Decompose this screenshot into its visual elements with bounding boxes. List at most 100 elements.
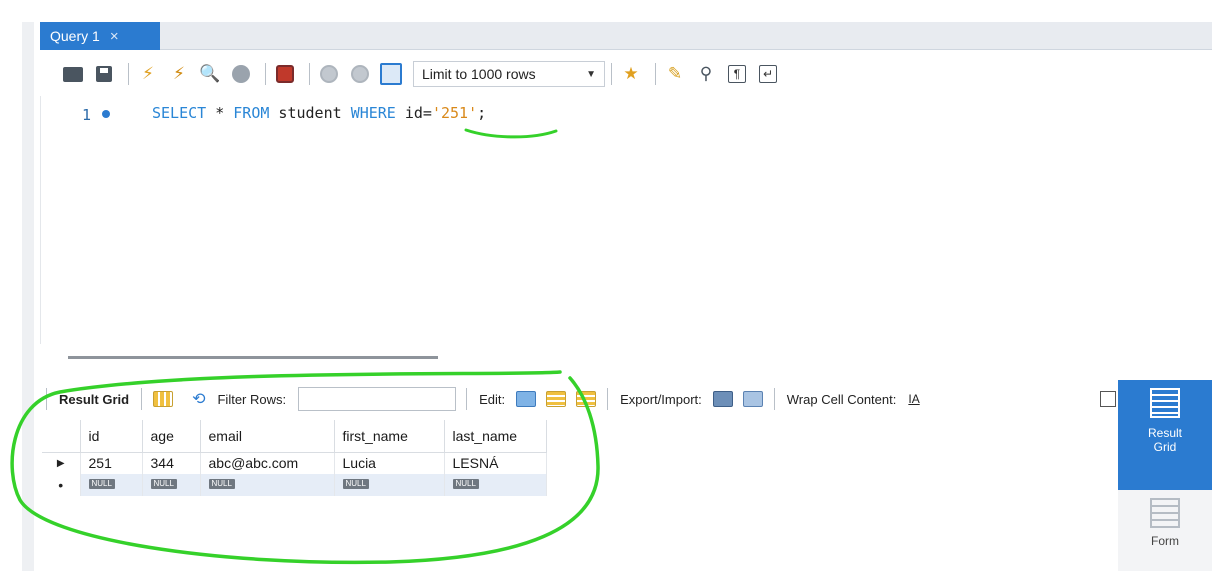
star-plus-icon: ★ [623,64,639,83]
filter-rows-input[interactable] [298,387,457,411]
form-editor-label: Form [1151,534,1179,548]
horizontal-scrollbar[interactable] [68,356,438,359]
save-button[interactable] [91,61,117,87]
cell-null[interactable]: NULL [334,474,445,496]
cell-first-name[interactable]: Lucia [334,452,445,474]
beautify-button[interactable]: ✎ [662,61,688,87]
row-limit-select[interactable]: Limit to 1000 rows ▼ [413,61,605,87]
wrap-icon: ↵ [759,65,777,83]
null-badge: NULL [342,479,369,489]
form-editor-button[interactable]: Form [1118,498,1212,548]
search-icon: ⚲ [699,64,713,83]
autocommit-icon [380,63,402,85]
sql-statement[interactable]: SELECT * FROM student WHERE id='251'; [152,104,486,122]
sql-toolbar: ⚡ ⚡ 🔍 Limit to 1000 rows ▼ ★ ✎ ⚲ ¶ ↵ [40,56,1212,92]
export-icon[interactable] [712,391,733,407]
code-text: * [206,104,234,122]
new-row[interactable]: • NULL NULL NULL NULL NULL [42,474,547,496]
cell-null[interactable]: NULL [444,474,547,496]
execute-current-button[interactable]: ⚡ [166,61,192,87]
column-header-age[interactable]: age [142,420,201,453]
keyword-where: WHERE [350,104,396,122]
toolbar-separator [141,388,143,410]
cell-id[interactable]: 251 [80,452,143,474]
column-header-email[interactable]: email [200,420,335,453]
code-text: ; [477,104,487,122]
insert-row-icon[interactable] [546,391,567,407]
toolbar-separator [607,388,609,410]
toolbar-separator [655,63,656,85]
row-pointer-icon: ▶ [42,452,81,474]
cell-last-name[interactable]: LESNÁ [444,452,547,474]
sql-editor[interactable] [40,96,1212,344]
cell-null[interactable]: NULL [142,474,201,496]
explain-button[interactable]: 🔍 [197,61,223,87]
table-row[interactable]: ▶ 251 344 abc@abc.com Lucia LESNÁ [42,452,547,474]
tab-query-1[interactable]: Query 1 × [40,22,160,50]
folder-icon [63,66,83,82]
result-side-panel: Result Grid Form [1118,380,1212,571]
toolbar-separator [611,63,612,85]
toolbar-separator [466,388,468,410]
form-editor-icon [1150,498,1180,528]
cell-null[interactable]: NULL [80,474,143,496]
add-snippet-button[interactable]: ★ [618,61,644,87]
open-file-button[interactable] [60,61,86,87]
toolbar-separator [265,63,266,85]
invisible-chars-button[interactable]: ¶ [724,61,750,87]
check-circle-icon [320,65,338,83]
row-limit-value: Limit to 1000 rows [422,66,536,82]
statement-marker-icon [102,110,110,118]
stop-on-error-button[interactable] [272,61,298,87]
line-number: 1 [82,106,92,124]
column-header-id[interactable]: id [80,420,143,453]
column-header-last-name[interactable]: last_name [444,420,547,453]
toolbar-separator [773,388,775,410]
refresh-icon[interactable]: ⟲ [192,389,205,409]
toolbar-checkbox[interactable] [1100,391,1116,407]
stop-on-error-icon [276,65,294,83]
cell-email[interactable]: abc@abc.com [200,452,335,474]
grid-layout-icon[interactable] [153,391,174,407]
commit-button[interactable] [316,61,342,87]
find-button[interactable]: ⚲ [693,61,719,87]
result-grid-label[interactable]: Result Grid [59,392,129,407]
execute-button[interactable]: ⚡ [135,61,161,87]
result-toolbar: Result Grid ⟲ Filter Rows: Edit: Export/… [40,384,1118,414]
toolbar-separator [309,63,310,85]
wrap-cell-icon[interactable]: IA [908,392,919,406]
toolbar-separator [46,388,47,410]
tab-strip: Query 1 × [40,22,1212,50]
toolbar-separator [128,63,129,85]
left-sidebar-edge [22,22,34,571]
pilcrow-icon: ¶ [728,65,746,83]
magnifier-icon: 🔍 [199,64,221,83]
left-margin [0,22,40,571]
cell-null[interactable]: NULL [200,474,335,496]
keyword-from: FROM [233,104,270,122]
keyword-select: SELECT [152,104,207,122]
cancel-circle-icon [351,65,369,83]
stop-query-button[interactable] [228,61,254,87]
null-badge: NULL [452,479,479,489]
workbench-window: Query 1 × ⚡ ⚡ 🔍 Limit to 1000 rows ▼ ★ ✎… [0,0,1212,571]
chevron-down-icon: ▼ [586,68,596,80]
tab-title: Query 1 [50,28,100,44]
edit-row-icon[interactable] [516,391,537,407]
code-text: id= [395,104,432,122]
stop-hand-icon [232,65,250,83]
row-header-corner [42,420,81,453]
lightning-cursor-icon: ⚡ [173,64,185,83]
column-header-first-name[interactable]: first_name [334,420,445,453]
cell-age[interactable]: 344 [142,452,201,474]
rollback-button[interactable] [347,61,373,87]
import-icon[interactable] [742,391,763,407]
close-icon[interactable]: × [110,28,119,45]
result-grid: id age email first_name last_name ▶ 251 … [42,420,547,496]
word-wrap-button[interactable]: ↵ [755,61,781,87]
result-grid-view-button[interactable]: Result Grid [1118,380,1212,490]
filter-rows-label: Filter Rows: [217,391,287,407]
string-literal: '251' [431,104,478,122]
delete-row-icon[interactable] [576,391,597,407]
autocommit-toggle[interactable] [378,61,404,87]
